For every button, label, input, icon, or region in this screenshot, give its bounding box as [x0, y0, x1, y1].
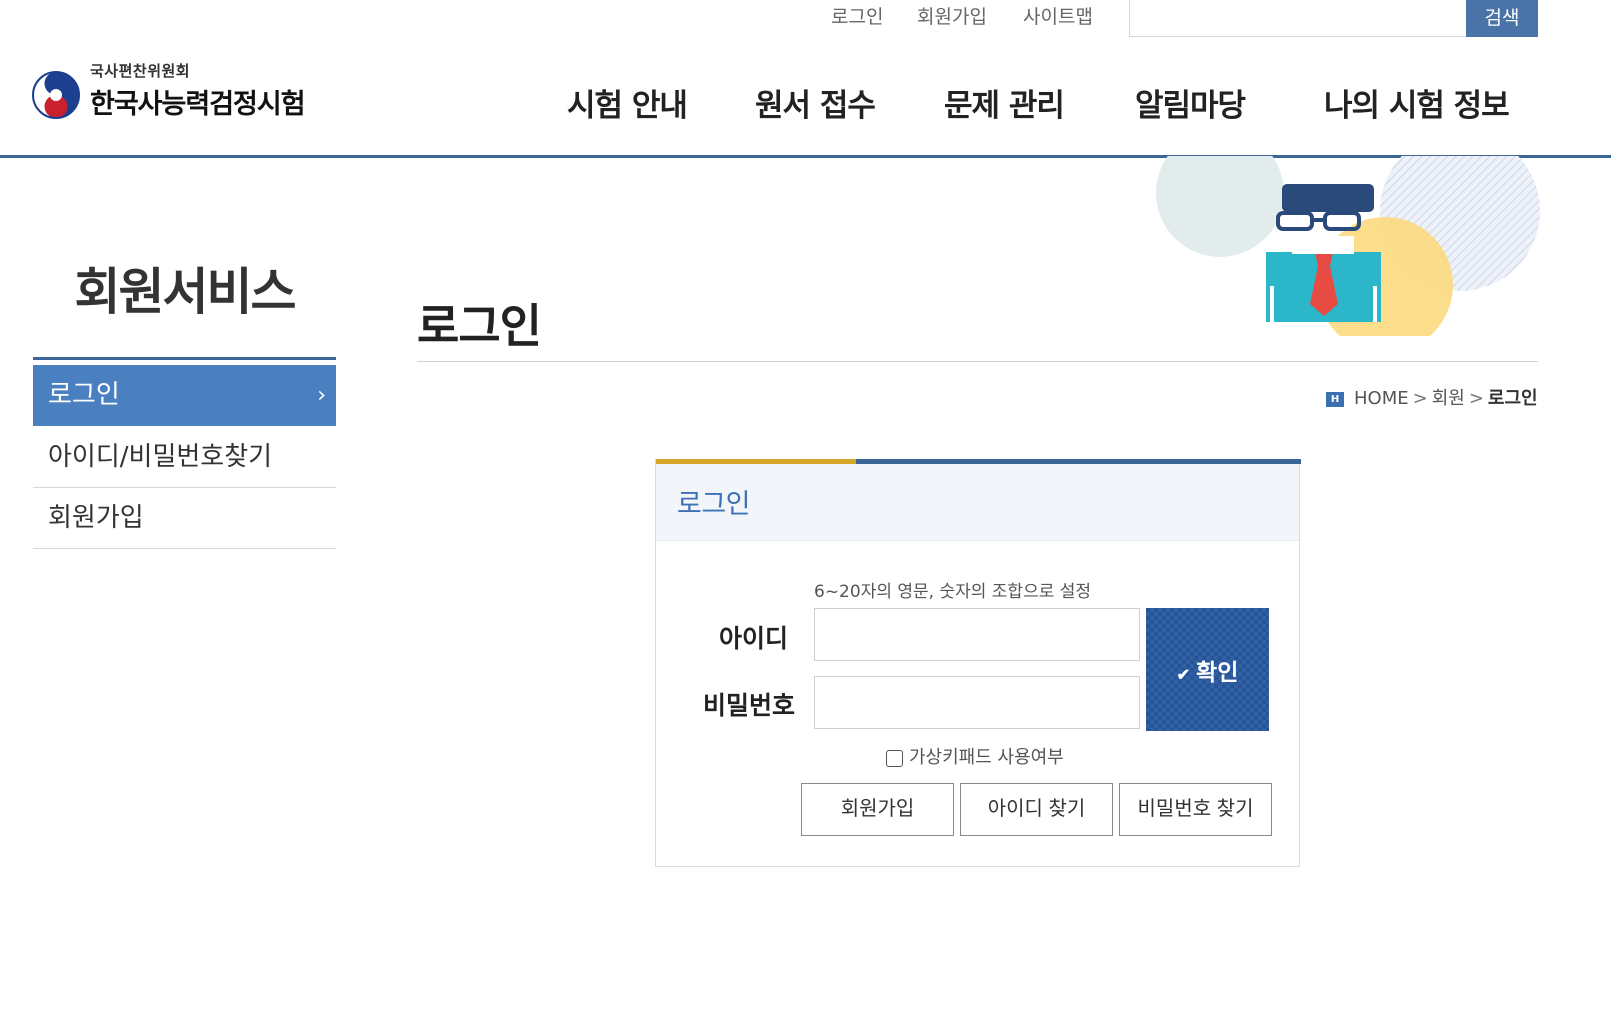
- signup-button[interactable]: 회원가입: [801, 783, 954, 836]
- breadcrumb-home[interactable]: HOME: [1354, 388, 1409, 409]
- search-input[interactable]: [1129, 0, 1467, 37]
- nav-my-exam-info[interactable]: 나의 시험 정보: [1324, 80, 1510, 125]
- chevron-right-icon: ›: [317, 383, 326, 408]
- virtual-keypad-toggle[interactable]: 가상키패드 사용여부: [886, 743, 1064, 768]
- home-icon: H: [1326, 391, 1344, 407]
- nav-exam-guide[interactable]: 시험 안내: [567, 80, 688, 125]
- confirm-label: 확인: [1196, 658, 1239, 685]
- find-password-button[interactable]: 비밀번호 찾기: [1119, 783, 1272, 836]
- breadcrumb-member[interactable]: 회원: [1432, 388, 1465, 409]
- nav-notice[interactable]: 알림마당: [1135, 80, 1246, 125]
- utility-bar: 로그인 회원가입 사이트맵 검색: [0, 0, 1611, 38]
- login-confirm-button[interactable]: ✔ 확인: [1146, 608, 1269, 731]
- breadcrumb-current: 로그인: [1487, 388, 1538, 409]
- breadcrumb: H HOME > 회원 > 로그인: [1326, 384, 1538, 410]
- site-logo[interactable]: 국사편찬위원회 한국사능력검정시험: [30, 60, 330, 130]
- sidebar-title: 회원서비스: [74, 263, 297, 321]
- id-input[interactable]: [814, 608, 1140, 661]
- nav-application[interactable]: 원서 접수: [755, 80, 876, 125]
- login-panel-header: 로그인: [656, 464, 1299, 541]
- id-label: 아이디: [719, 624, 789, 653]
- id-hint-text: 6~20자의 영문, 숫자의 조합으로 설정: [814, 582, 1092, 602]
- sidebar-item-signup[interactable]: 회원가입: [33, 488, 336, 549]
- util-signup-link[interactable]: 회원가입: [917, 2, 987, 29]
- sidebar-item-label: 로그인: [48, 380, 120, 410]
- password-label: 비밀번호: [703, 691, 796, 720]
- virtual-keypad-checkbox[interactable]: [886, 749, 903, 767]
- password-input[interactable]: [814, 676, 1140, 729]
- util-login-link[interactable]: 로그인: [831, 2, 883, 29]
- sidebar-top-divider: [33, 357, 336, 360]
- nav-question-management[interactable]: 문제 관리: [944, 80, 1065, 125]
- search-button[interactable]: 검색: [1466, 0, 1538, 37]
- login-panel-title: 로그인: [677, 489, 751, 520]
- breadcrumb-separator: >: [1468, 388, 1484, 409]
- util-sitemap-link[interactable]: 사이트맵: [1023, 2, 1093, 29]
- find-id-button[interactable]: 아이디 찾기: [960, 783, 1113, 836]
- sidebar-item-label: 회원가입: [48, 503, 144, 533]
- sidebar-item-find-account[interactable]: 아이디/비밀번호찾기: [33, 427, 336, 488]
- logo-title: 한국사능력검정시험: [90, 89, 306, 120]
- logo-org-name: 국사편찬위원회: [90, 62, 191, 80]
- taegeuk-logo-icon: [32, 71, 80, 119]
- person-illustration-icon: [1156, 156, 1540, 336]
- check-icon: ✔: [1176, 666, 1191, 684]
- virtual-keypad-label: 가상키패드 사용여부: [909, 747, 1064, 768]
- sidebar-item-label: 아이디/비밀번호찾기: [48, 442, 273, 472]
- login-panel: 로그인 6~20자의 영문, 숫자의 조합으로 설정 아이디 비밀번호 ✔ 확인 …: [655, 459, 1301, 867]
- page-title: 로그인: [417, 299, 542, 353]
- title-divider: [417, 361, 1538, 362]
- sidebar-item-login[interactable]: 로그인 ›: [33, 365, 336, 426]
- breadcrumb-separator: >: [1412, 388, 1428, 409]
